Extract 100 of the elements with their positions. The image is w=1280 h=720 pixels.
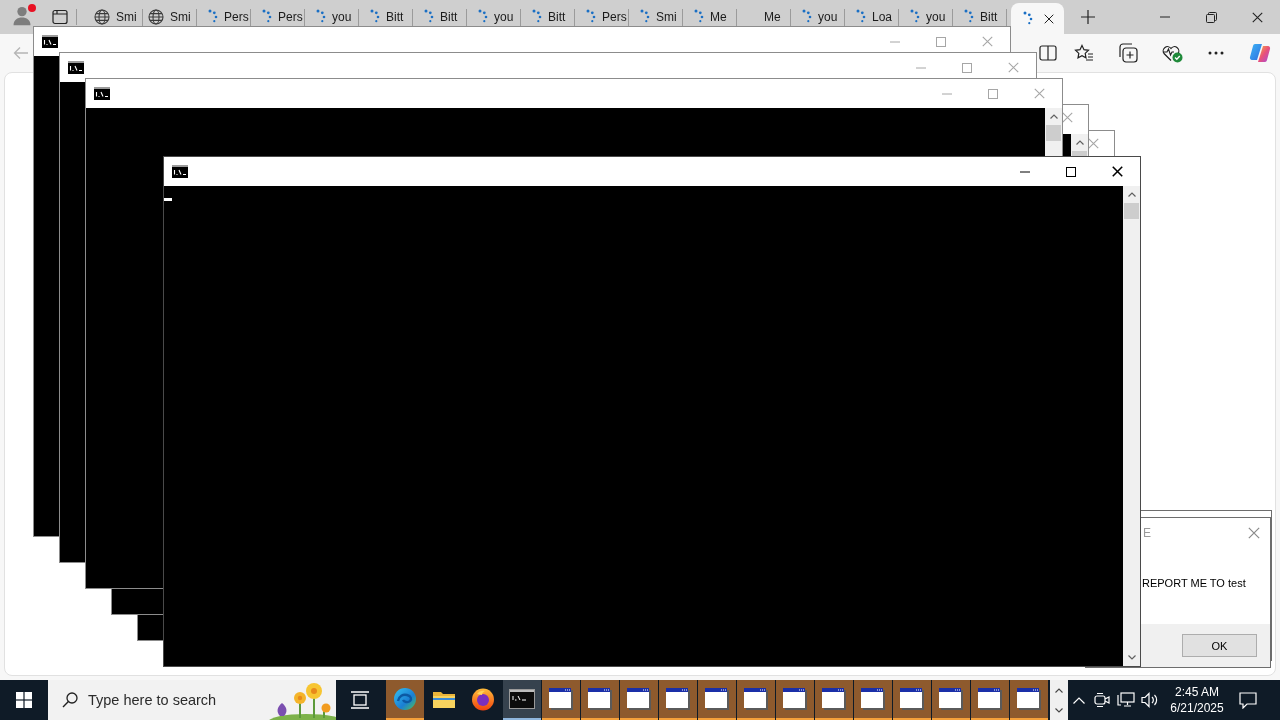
text-cursor <box>164 198 172 201</box>
taskbar-app-button[interactable] <box>1010 680 1048 720</box>
chevron-down-icon <box>1127 655 1136 660</box>
maximize-icon <box>988 88 998 99</box>
close-icon <box>1248 526 1260 539</box>
taskbar-app-button[interactable] <box>581 680 619 720</box>
console-icon <box>94 87 110 100</box>
taskbar-app-button[interactable] <box>620 680 658 720</box>
globe-icon <box>94 9 110 25</box>
scrollbar-thumb[interactable] <box>1124 203 1139 219</box>
search-box[interactable]: Type here to search <box>48 680 336 720</box>
maximize-icon <box>1066 166 1076 177</box>
taskbar-app-button[interactable] <box>854 680 892 720</box>
chevron-up-icon <box>1055 687 1063 693</box>
taskbar-app-button[interactable] <box>503 680 541 720</box>
browser-tab[interactable]: Bitt <box>359 0 413 26</box>
chevron-up-icon <box>1049 114 1058 119</box>
split-screen-icon <box>1039 45 1057 61</box>
window-icon <box>939 688 963 710</box>
scrollbar[interactable] <box>1123 186 1140 666</box>
restore-icon <box>1205 11 1217 23</box>
chevron-up-icon <box>1075 140 1084 145</box>
window-icon <box>588 688 612 710</box>
window-icon <box>705 688 729 710</box>
chevron-up-icon <box>1127 192 1136 197</box>
close-icon <box>1044 13 1054 24</box>
taskbar-scroll-up-button[interactable] <box>1050 680 1068 700</box>
close-icon <box>1251 11 1263 23</box>
browser-tab[interactable]: Pers <box>575 0 629 26</box>
console-icon <box>42 35 58 48</box>
star-list-icon <box>1074 44 1094 62</box>
gradient-logo-icon <box>1249 42 1271 64</box>
dialog-title: E <box>1143 525 1151 540</box>
browser-tab[interactable]: Bitt <box>521 0 575 26</box>
browser-tab[interactable]: Bitt <box>953 0 1007 26</box>
browser-tab[interactable]: you <box>899 0 953 26</box>
maximize-icon <box>962 62 972 73</box>
window-icon <box>666 688 690 710</box>
browser-tab[interactable]: you <box>305 0 359 26</box>
scrollbar[interactable] <box>1071 134 1088 156</box>
scrollbar-thumb[interactable] <box>1046 125 1061 141</box>
taskbar-app-button[interactable] <box>776 680 814 720</box>
minimize-icon <box>1160 16 1170 18</box>
browser-tab[interactable]: Pers <box>197 0 251 26</box>
window-icon <box>900 688 924 710</box>
browser-tab[interactable]: Smi <box>89 0 143 26</box>
browser-tab[interactable]: Me <box>737 0 791 26</box>
console-icon <box>172 165 188 178</box>
browser-tab[interactable]: Pers <box>251 0 305 26</box>
camera-icon <box>1094 692 1110 708</box>
browser-tab[interactable]: Bitt <box>413 0 467 26</box>
browser-tab[interactable]: Smi <box>143 0 197 26</box>
browser-swirl-icon <box>393 687 417 711</box>
browser-tab[interactable]: you <box>791 0 845 26</box>
minimize-icon <box>1020 170 1030 173</box>
tabs-icon <box>52 9 68 25</box>
task-view-icon <box>350 691 370 709</box>
window-icon <box>744 688 768 710</box>
search-icon <box>62 692 78 708</box>
window-icon <box>822 688 846 710</box>
window-icon <box>978 688 1002 710</box>
window-icon <box>783 688 807 710</box>
search-input[interactable]: Type here to search <box>88 688 256 712</box>
taskbar-app-button[interactable] <box>815 680 853 720</box>
collections-icon <box>1118 43 1138 63</box>
console-icon <box>68 61 84 74</box>
browser-tab[interactable]: you <box>467 0 521 26</box>
scrollbar-thumb[interactable] <box>1072 151 1087 156</box>
taskbar-app-button[interactable] <box>698 680 736 720</box>
speaker-icon <box>1141 692 1159 708</box>
maximize-icon <box>936 36 946 47</box>
globe-icon <box>148 9 164 25</box>
taskbar-app-button[interactable] <box>737 680 775 720</box>
plus-icon <box>1081 10 1095 24</box>
taskbar-app-button[interactable] <box>893 680 931 720</box>
terminal-icon <box>509 689 535 709</box>
window-icon <box>1017 688 1041 710</box>
flame-globe-icon <box>471 687 495 711</box>
browser-tab[interactable]: Smi <box>629 0 683 26</box>
minimize-icon <box>890 40 900 43</box>
taskbar-app-button[interactable] <box>971 680 1009 720</box>
start-logo-icon <box>16 692 32 708</box>
window-icon <box>627 688 651 710</box>
taskbar-scroll-down-button[interactable] <box>1050 700 1068 720</box>
browser-tab[interactable]: Me <box>683 0 737 26</box>
folder-icon <box>432 689 456 709</box>
taskbar-app-button[interactable] <box>659 680 697 720</box>
browser-tab[interactable]: Loa <box>845 0 899 26</box>
minimize-icon <box>942 92 952 95</box>
speech-bubble-icon <box>1239 691 1257 709</box>
clock[interactable]: 2:45 AM 6/21/2025 <box>1162 680 1232 720</box>
taskbar-app-button[interactable] <box>542 680 580 720</box>
ok-button[interactable]: OK <box>1182 634 1257 657</box>
window-icon <box>861 688 885 710</box>
scrollbar[interactable] <box>1045 108 1062 156</box>
back-arrow-icon <box>13 46 29 60</box>
avatar-icon <box>11 4 33 26</box>
heart-check-icon <box>1161 43 1183 63</box>
taskbar-app-button[interactable] <box>932 680 970 720</box>
window-icon <box>549 688 573 710</box>
